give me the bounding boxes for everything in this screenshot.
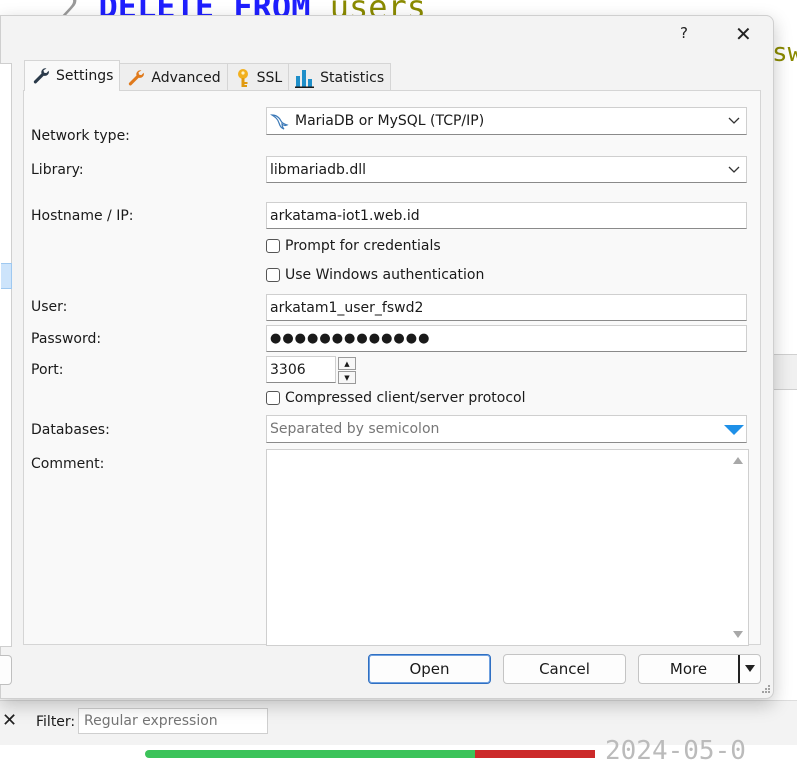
user-input[interactable]: arkatam1_user_fswd2 <box>266 294 747 321</box>
wrench-orange-icon <box>129 69 145 85</box>
caret-down-icon <box>745 665 755 672</box>
comment-textarea[interactable] <box>266 449 749 646</box>
help-button[interactable]: ? <box>680 24 688 42</box>
user-label: User: <box>31 299 68 315</box>
library-value: libmariadb.dll <box>270 161 366 178</box>
checkbox-box[interactable] <box>266 391 280 405</box>
stepper-up-button[interactable]: ▲ <box>338 357 356 370</box>
hostname-label: Hostname / IP: <box>31 208 134 224</box>
tab-bar: Settings Advanced SSL Statistics <box>24 60 392 91</box>
tab-label: Advanced <box>151 69 221 86</box>
password-input[interactable]: ●●●●●●●●●●●●● <box>266 325 747 352</box>
windows-auth-label: Use Windows authentication <box>285 267 485 283</box>
compressed-protocol-label: Compressed client/server protocol <box>285 390 526 406</box>
databases-label: Databases: <box>31 422 110 438</box>
tab-statistics[interactable]: Statistics <box>288 63 392 91</box>
filter-input[interactable] <box>78 708 268 734</box>
tab-settings[interactable]: Settings <box>24 60 121 91</box>
databases-placeholder: Separated by semicolon <box>270 421 440 437</box>
settings-panel: Network type: MariaDB or MySQL (TCP/IP) … <box>23 90 761 646</box>
compressed-protocol-checkbox[interactable]: Compressed client/server protocol <box>266 390 526 406</box>
open-button[interactable]: Open <box>368 654 491 684</box>
wrench-icon <box>33 68 49 84</box>
session-list[interactable] <box>0 63 12 647</box>
prompt-credentials-label: Prompt for credentials <box>285 238 441 254</box>
comment-label: Comment: <box>31 456 105 472</box>
port-input[interactable]: 3306 <box>266 356 336 383</box>
tab-label: Statistics <box>320 69 385 86</box>
key-icon <box>237 68 248 87</box>
more-button[interactable]: More <box>638 654 761 684</box>
chevron-down-icon <box>728 166 740 173</box>
hostname-input[interactable]: arkatama-iot1.web.id <box>266 202 747 229</box>
filter-label: Filter: <box>36 714 76 730</box>
checkbox-box[interactable] <box>266 268 280 282</box>
more-button-label: More <box>669 660 708 678</box>
tab-advanced[interactable]: Advanced <box>119 63 228 91</box>
databases-input[interactable]: Separated by semicolon <box>266 415 747 443</box>
cancel-button[interactable]: Cancel <box>503 654 626 684</box>
scroll-down-icon[interactable] <box>733 631 743 638</box>
password-label: Password: <box>31 331 102 347</box>
prompt-credentials-checkbox[interactable]: Prompt for credentials <box>266 238 441 254</box>
network-type-value: MariaDB or MySQL (TCP/IP) <box>295 113 485 129</box>
stepper-down-button[interactable]: ▼ <box>338 371 356 384</box>
progress-bar-red <box>475 750 595 758</box>
background-panel-edge <box>771 354 797 390</box>
network-type-label: Network type: <box>31 128 130 144</box>
port-stepper[interactable]: ▲ ▼ <box>338 357 356 384</box>
bottom-text-fragment: 2024-05-0 <box>605 736 746 766</box>
tab-label: SSL <box>256 69 283 86</box>
close-button[interactable]: ✕ <box>735 22 752 46</box>
dropdown-arrow-icon[interactable] <box>723 424 745 436</box>
tab-ssl[interactable]: SSL <box>226 63 290 91</box>
session-manager-dialog: ? ✕ Settings Advanced SSL Statistics Net… <box>0 15 774 699</box>
scroll-up-icon[interactable] <box>733 457 743 464</box>
network-type-select[interactable]: MariaDB or MySQL (TCP/IP) <box>266 107 747 135</box>
sql-fragment-right: sw <box>772 38 797 68</box>
windows-auth-checkbox[interactable]: Use Windows authentication <box>266 267 484 283</box>
more-dropdown-toggle[interactable] <box>738 655 760 683</box>
session-list-selected-item[interactable] <box>1 263 12 289</box>
mysql-dolphin-icon <box>270 114 289 130</box>
checkbox-box[interactable] <box>266 239 280 253</box>
port-label: Port: <box>31 362 64 378</box>
session-list-button[interactable] <box>0 655 12 685</box>
tab-label: Settings <box>56 68 114 84</box>
resize-grip-icon[interactable] <box>761 684 771 694</box>
library-select[interactable]: libmariadb.dll <box>266 156 747 183</box>
library-label: Library: <box>31 162 84 178</box>
bar-chart-icon <box>295 69 315 88</box>
progress-bar-green <box>145 750 475 758</box>
chevron-down-icon <box>728 117 740 124</box>
filter-close-icon[interactable]: ✕ <box>2 710 17 731</box>
